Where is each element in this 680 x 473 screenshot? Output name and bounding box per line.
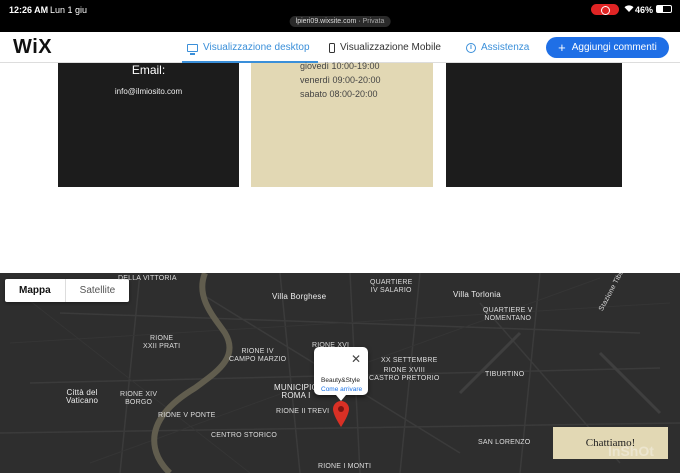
screen-record-icon[interactable] xyxy=(591,4,619,15)
hours-line: sabato 08:00-20:00 xyxy=(300,89,378,99)
plus-icon: + xyxy=(558,39,566,55)
close-icon[interactable]: ✕ xyxy=(351,353,361,365)
directions-link[interactable]: Come arrivare xyxy=(321,386,362,393)
email-address[interactable]: info@ilmiosito.com xyxy=(58,87,239,96)
wifi-icon xyxy=(624,4,634,14)
screen: 12:26 AM Lun 1 giu lpieri09.wixsite.com … xyxy=(0,0,680,473)
map-label: QUARTIERE IV SALARIO xyxy=(370,279,413,294)
map-label: RIONE XXII PRATI xyxy=(143,335,181,350)
map-label: QUARTIERE V NOMENTANO xyxy=(483,307,533,322)
map-info-window: ✕ Beauty&Style Come arrivare xyxy=(314,347,368,401)
site-content: Email: info@ilmiosito.com giovedì 10:00-… xyxy=(0,61,680,273)
battery-percent: 46% xyxy=(635,5,654,15)
contact-card: Email: info@ilmiosito.com xyxy=(58,63,239,187)
status-time: 12:26 AM xyxy=(9,5,49,15)
map-label: RIONE V PONTE xyxy=(158,412,216,419)
map-label: SAN LORENZO xyxy=(478,439,531,446)
status-date: Lun 1 giu xyxy=(50,5,88,15)
info-icon: i xyxy=(466,42,476,53)
map-label: Villa Torlonia xyxy=(453,290,501,299)
add-comments-label: Aggiungi commenti xyxy=(571,42,657,53)
map-type-toggle: Mappa Satellite xyxy=(5,279,130,302)
address-url: lpieri09.wixsite.com xyxy=(295,18,357,25)
wix-preview-header: WiX Visualizzazione desktop Visualizzazi… xyxy=(0,32,680,63)
map-label: CENTRO STORICO xyxy=(211,432,278,439)
ios-status-bar: 12:26 AM Lun 1 giu lpieri09.wixsite.com … xyxy=(0,0,680,32)
map-label: RIONE I MONTI xyxy=(318,463,372,470)
place-name: Beauty&Style xyxy=(321,377,361,384)
tab-mobile-label: Visualizzazione Mobile xyxy=(340,42,441,53)
battery-icon xyxy=(656,5,672,13)
map-label: Villa Borghese xyxy=(272,292,327,301)
map-label: Città del Vaticano xyxy=(66,388,99,405)
map-label: DELLA VITTORIA xyxy=(118,275,177,282)
hours-card: giovedì 10:00-19:00 venerdì 09:00-20:00 … xyxy=(251,61,433,187)
map-label: RIONE IV CAMPO MARZIO xyxy=(229,348,287,363)
hours-line: giovedì 10:00-19:00 xyxy=(300,61,380,71)
address-bar[interactable]: lpieri09.wixsite.com · Privata xyxy=(289,16,391,27)
map-label: RIONE II TREVI xyxy=(276,408,330,415)
map-label: XX SETTEMBRE xyxy=(381,357,438,364)
map-label: TIBURTINO xyxy=(485,371,525,378)
inshot-watermark: InShOt xyxy=(608,443,654,459)
private-label: Privata xyxy=(362,18,385,25)
phone-icon xyxy=(329,42,335,53)
map-type-map-button[interactable]: Mappa xyxy=(5,279,66,302)
dark-card xyxy=(446,63,622,187)
map-label: RIONE XVIII CASTRO PRETORIO xyxy=(369,367,440,382)
tab-desktop-label: Visualizzazione desktop xyxy=(203,42,310,53)
hours-line: venerdì 09:00-20:00 xyxy=(300,75,381,85)
google-map[interactable]: Mappa Satellite DELLA VITTORIA Villa Bor… xyxy=(0,273,680,473)
map-label: RIONE XIV BORGO xyxy=(120,391,158,406)
tab-desktop-view[interactable]: Visualizzazione desktop xyxy=(187,42,310,55)
map-label: MUNICIPIO ROMA I xyxy=(274,383,319,400)
help-link[interactable]: i Assistenza xyxy=(466,42,529,53)
map-pin-icon[interactable] xyxy=(333,401,349,427)
wix-logo: WiX xyxy=(13,36,53,58)
tab-mobile-view[interactable]: Visualizzazione Mobile xyxy=(329,42,441,53)
email-heading: Email: xyxy=(131,63,166,77)
help-label: Assistenza xyxy=(481,42,530,53)
monitor-icon xyxy=(187,43,198,55)
add-comments-button[interactable]: + Aggiungi commenti xyxy=(546,37,669,58)
